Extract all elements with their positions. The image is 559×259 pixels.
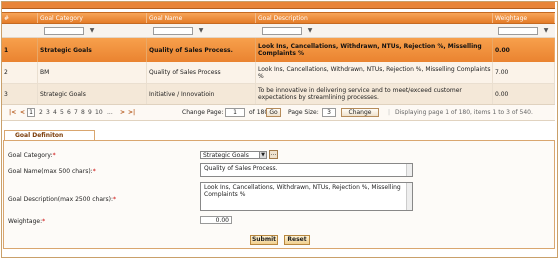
row-number: 2 (2, 62, 38, 83)
category-lookup-button[interactable]: ... (269, 150, 278, 159)
change-page-size-button[interactable]: Change (341, 108, 379, 117)
page-link-3[interactable]: 3 (46, 109, 50, 116)
current-page[interactable]: 1 (27, 108, 35, 117)
goal-name-field[interactable]: Quality of Sales Process. (200, 163, 413, 177)
row-weightage: 7.00 (493, 62, 555, 83)
scrollbar[interactable] (406, 164, 412, 176)
pager-status: Displaying page 1 of 180, items 1 to 3 o… (395, 109, 533, 116)
filter-icon[interactable]: ▼ (542, 27, 550, 35)
table-row-selected[interactable]: 1 Strategic Goals Quality of Sales Proce… (2, 38, 555, 62)
grid-filter-row: ▼ ▼ ▼ ▼ (2, 24, 555, 38)
goal-category-select[interactable]: Strategic Goals ▼ (200, 151, 267, 159)
row-weightage: 0.00 (493, 84, 555, 104)
column-header-goal-category[interactable]: Goal Category (38, 13, 147, 23)
chevron-down-icon[interactable]: ▼ (259, 152, 266, 158)
first-page-link[interactable]: |< (9, 109, 16, 116)
submit-button[interactable]: Submit (250, 235, 278, 245)
goal-category-value: Strategic Goals (203, 152, 249, 159)
row-number: 1 (2, 38, 38, 62)
column-header-goal-name[interactable]: Goal Name (147, 13, 256, 23)
more-pages-link[interactable]: ... (107, 109, 113, 116)
page-link-9[interactable]: 9 (88, 109, 92, 116)
prev-page-link[interactable]: < (20, 109, 25, 116)
page-size-label: Page Size: (288, 109, 319, 116)
pager-bar: |< < 1 2 3 4 5 6 7 8 9 10 ... > >| Chang… (2, 105, 555, 121)
goal-description-field[interactable]: Look Ins, Cancellations, Withdrawn, NTUs… (200, 182, 413, 211)
last-page-link[interactable]: >| (128, 109, 135, 116)
grid-header-row: # Goal Category Goal Name Goal Descripti… (2, 12, 555, 24)
row-goal-name: Initiative / Innovatioin (147, 84, 256, 104)
reset-button[interactable]: Reset (284, 235, 310, 245)
weightage-label: Weightage:* (8, 218, 46, 225)
column-header-number[interactable]: # (2, 13, 38, 23)
row-description: Look Ins, Cancellations, Withdrawn, NTUs… (256, 62, 493, 83)
row-goal-name: Quality of Sales Process (147, 62, 256, 83)
row-goal-name: Quality of Sales Process. (147, 38, 256, 62)
page-size-input[interactable]: 3 (322, 108, 336, 117)
table-row[interactable]: 2 BM Quality of Sales Process Look Ins, … (2, 62, 555, 84)
row-category: Strategic Goals (38, 38, 147, 62)
page-link-5[interactable]: 5 (60, 109, 64, 116)
page-link-10[interactable]: 10 (95, 109, 103, 116)
goal-name-label: Goal Name(max 500 chars):* (8, 168, 96, 175)
page-link-8[interactable]: 8 (81, 109, 85, 116)
row-category: BM (38, 62, 147, 83)
tab-goal-definition[interactable]: Goal Definiton (4, 130, 95, 140)
page-link-2[interactable]: 2 (39, 109, 43, 116)
pager-divider: | (388, 109, 391, 116)
row-description: Look Ins, Cancellations, Withdrawn, NTUs… (256, 38, 493, 62)
filter-input-description[interactable] (262, 27, 302, 35)
filter-input-name[interactable] (153, 27, 193, 35)
filter-input-category[interactable] (44, 27, 84, 35)
row-weightage: 0.00 (493, 38, 555, 62)
column-header-weightage[interactable]: Weightage (493, 13, 555, 23)
change-page-input[interactable]: 1 (225, 108, 245, 117)
grid-top-strip (2, 2, 555, 9)
row-description: To be innovative in delivering service a… (256, 84, 493, 104)
filter-icon[interactable]: ▼ (197, 27, 205, 35)
go-button[interactable]: Go (266, 108, 281, 117)
filter-icon[interactable]: ▼ (306, 27, 314, 35)
goal-name-value: Quality of Sales Process. (204, 165, 278, 172)
table-row[interactable]: 3 Strategic Goals Initiative / Innovatio… (2, 84, 555, 105)
goal-description-value: Look Ins, Cancellations, Withdrawn, NTUs… (204, 184, 401, 198)
weightage-field[interactable]: 0.00 (200, 216, 232, 224)
page-link-6[interactable]: 6 (67, 109, 71, 116)
scrollbar[interactable] (406, 183, 412, 210)
column-header-goal-description[interactable]: Goal Description (256, 13, 493, 23)
goal-definition-form: Goal Category:* Strategic Goals ▼ ... Go… (3, 140, 555, 249)
filter-input-weightage[interactable] (498, 27, 538, 35)
goal-category-label: Goal Category:* (8, 152, 56, 159)
filter-icon[interactable]: ▼ (88, 27, 96, 35)
row-category: Strategic Goals (38, 84, 147, 104)
row-number: 3 (2, 84, 38, 104)
page-link-7[interactable]: 7 (74, 109, 78, 116)
change-page-label: Change Page: (182, 109, 224, 116)
goal-description-label: Goal Description(max 2500 chars):* (8, 196, 116, 203)
next-page-link[interactable]: > (120, 109, 125, 116)
page-link-4[interactable]: 4 (53, 109, 57, 116)
